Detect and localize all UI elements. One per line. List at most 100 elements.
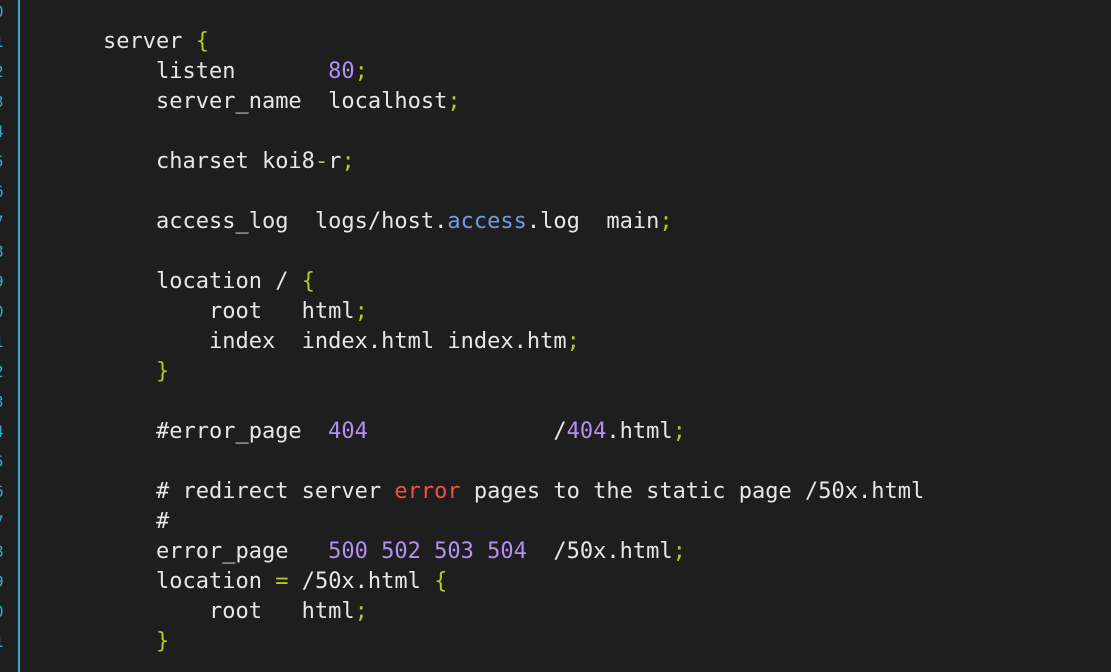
code-token: { [195,29,209,54]
code-line: } [103,357,1103,387]
code-token: # [155,509,170,534]
line-number: 4 [0,117,8,147]
code-token: .html [606,419,673,444]
line-number: 5 [0,147,8,177]
line-number: 6 [0,177,8,207]
code-token: server [103,29,196,54]
code-area[interactable]: server { listen 80; server_name localhos… [103,27,1103,657]
code-token: server_name localhost [155,89,448,114]
code-token: ; [566,329,580,354]
code-token: ; [354,59,368,84]
code-token: = [275,569,289,594]
code-token: location / [155,269,302,294]
code-line: access_log logs/host.access.log main; [103,207,1103,237]
code-token: r [328,149,342,174]
code-line: # [103,507,1103,537]
line-number: 1 [0,627,8,657]
code-line: # redirect server error pages to the sta… [103,477,1103,507]
code-token: root html [208,599,355,624]
code-token: ; [672,419,686,444]
line-number: 9 [0,267,8,297]
code-token: / [367,419,567,444]
code-token: - [314,149,329,174]
code-token: 80 [328,59,355,84]
code-token: access [447,209,527,234]
code-token: access_log logs/host. [155,209,448,234]
code-line: } [103,627,1103,657]
line-number: 9 [0,567,8,597]
line-number: 1 [0,27,8,57]
code-token: index index.html index.htm [208,329,567,354]
code-token: ; [447,89,461,114]
code-token: # redirect server [155,479,395,504]
line-number: 5 [0,447,8,477]
code-token: } [155,629,170,654]
code-line: error_page 500 502 503 504 /50x.html; [103,537,1103,567]
line-number: 0 [0,597,8,627]
line-number: 8 [0,237,8,267]
code-line: #error_page 404 /404.html; [103,417,1103,447]
code-token: error_page [155,539,329,564]
code-line: index index.html index.htm; [103,327,1103,357]
code-line: location = /50x.html { [103,567,1103,597]
code-token: 502 [381,539,421,564]
code-token: root html [208,299,355,324]
code-token: 404 [328,419,368,444]
code-token: 500 [328,539,368,564]
code-token: location [155,569,276,594]
code-token: charset koi8 [155,149,315,174]
code-token: /50x.html [288,569,435,594]
code-token: #error_page [155,419,329,444]
line-number: 8 [0,537,8,567]
line-number: 2 [0,57,8,87]
code-token: pages to the static page /50x.html [460,479,925,504]
code-line: location / { [103,267,1103,297]
code-line: listen 80; [103,57,1103,87]
code-token: } [155,359,170,384]
code-line: root html; [103,597,1103,627]
code-line: root html; [103,297,1103,327]
code-token: /50x.html [526,539,673,564]
code-token: ; [354,599,368,624]
code-line: charset koi8-r; [103,147,1103,177]
gutter-border [18,0,20,672]
line-number: 0 [0,297,8,327]
code-token: ; [341,149,355,174]
line-number: 3 [0,87,8,117]
code-token: error [394,479,461,504]
line-number: 7 [0,207,8,237]
code-line: server { [103,27,1103,57]
code-line: server_name localhost; [103,87,1103,117]
code-editor[interactable]: 0123456789012345678901 server { listen 8… [0,0,1111,672]
line-number: 1 [0,327,8,357]
code-token: 504 [487,539,527,564]
line-number: 0 [0,0,8,27]
code-token: { [434,569,448,594]
line-number-gutter: 0123456789012345678901 [0,0,18,672]
line-number: 7 [0,507,8,537]
code-token: ; [354,299,368,324]
code-token: listen [155,59,329,84]
line-number: 6 [0,477,8,507]
code-token: 404 [566,419,607,444]
code-token: 503 [434,539,474,564]
